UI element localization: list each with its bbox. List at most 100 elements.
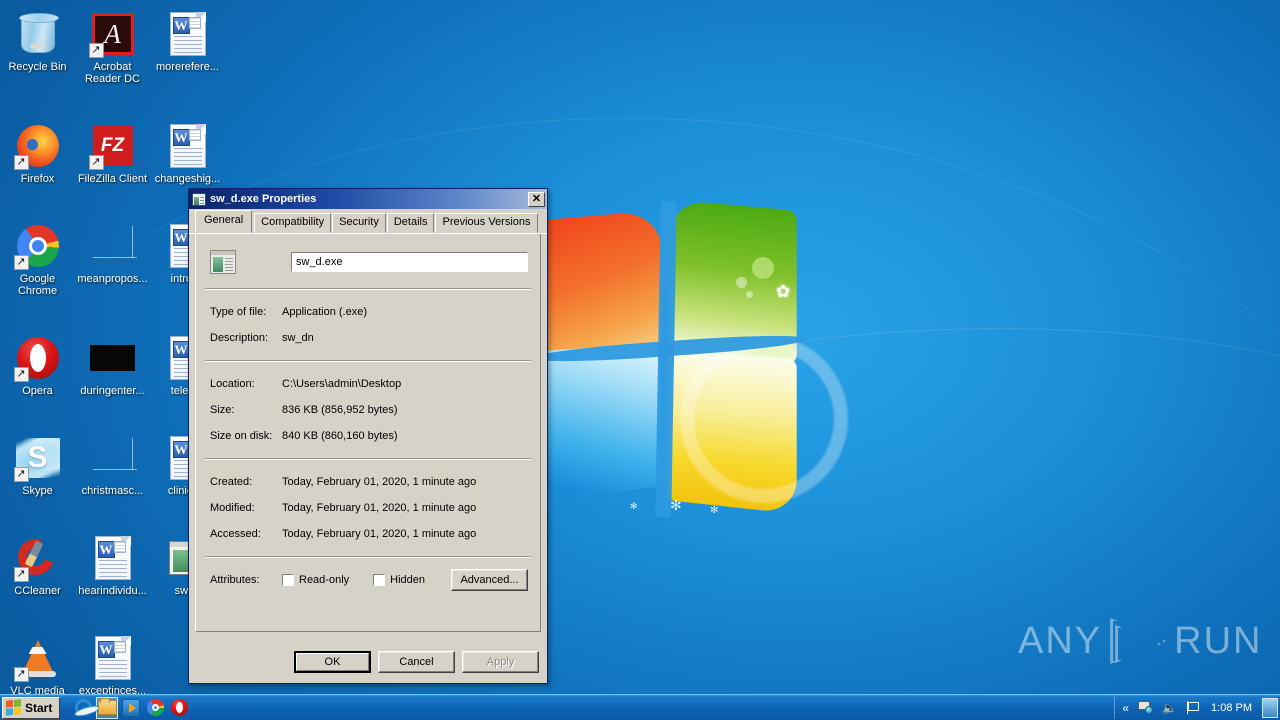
desktop-icon-hearindividu[interactable]: W hearindividu... [75,528,150,597]
file-type-block: Type of file: Application (.exe) Descrip… [196,290,540,360]
field-row: Size: 836 KB (856,952 bytes) [196,397,540,423]
accessed-label: Accessed: [210,528,261,540]
desktop-icon-duringenter[interactable]: duringenter... [75,328,150,397]
desktop-icon-label: duringenter... [80,385,145,397]
taskbar: Start « 🔈 1:08 PM [0,694,1280,720]
close-icon[interactable]: ✕ [528,191,545,207]
skype-icon: S ↗ [13,434,62,482]
desktop-icon-ccleaner[interactable]: ↗ CCleaner [0,528,75,597]
desktop-icon-changeshig[interactable]: W changeshig... [150,116,225,185]
created-label: Created: [210,476,253,488]
acrobat-reader-icon: ↗ [88,10,137,58]
shortcut-arrow-icon: ↗ [13,667,29,682]
size-on-disk-label: Size on disk: [210,430,273,442]
shortcut-arrow-icon: ↗ [88,43,104,58]
desktop-icon-morerefere[interactable]: W morerefere... [150,4,225,85]
description-value: sw_dn [282,332,314,344]
taskbar-internet-explorer-icon[interactable] [72,697,94,719]
readonly-checkbox[interactable] [282,574,294,586]
filename-input[interactable] [291,252,528,272]
ok-button[interactable]: OK [294,651,371,673]
taskbar-opera-icon[interactable] [168,697,190,719]
desktop-icon-label: meanpropos... [77,273,148,285]
hidden-checkbox[interactable] [373,574,386,586]
desktop-icon-label: christmasc... [81,485,144,497]
file-properties-dialog[interactable]: sw_d.exe Properties ✕ General Compatibil… [188,188,548,684]
field-row: Type of file: Application (.exe) [196,299,540,325]
attributes-label: Attributes: [210,574,260,586]
desktop-icon-label: CCleaner [14,585,61,597]
desktop-icon-label: FileZilla Client [77,173,148,185]
field-row: Created: Today, February 01, 2020, 1 min… [196,469,540,495]
bokeh-dot [752,257,774,279]
tab-security[interactable]: Security [332,213,386,233]
logo-pane-red [541,209,663,363]
field-row: Size on disk: 840 KB (860,160 bytes) [196,423,540,449]
filezilla-icon: ↗ [88,122,137,170]
attributes-row: Attributes: Read-only Hidden Advanced... [196,558,540,592]
size-on-disk-value: 840 KB (860,160 bytes) [282,430,398,442]
desktop-icon-meanpropos[interactable]: meanpropos... [75,216,150,297]
volume-icon[interactable]: 🔈 [1162,702,1177,714]
desktop[interactable]: ✿ ✻ ✻ ✻ ANY RUN Recycle Bin ↗ Acrobat Re… [0,0,1280,720]
desktop-icon-skype[interactable]: S ↗ Skype [0,428,75,497]
ccleaner-icon: ↗ [11,532,62,582]
tab-details[interactable]: Details [386,213,435,233]
desktop-icon-acrobat-reader[interactable]: ↗ Acrobat Reader DC [75,4,150,85]
dialog-tab-strip: General Compatibility Security Details P… [189,209,547,234]
windows-logo-wallpaper: ✿ ✻ ✻ ✻ [531,199,848,555]
black-thumbnail-icon [89,334,137,382]
windows-flag-icon [6,699,21,716]
sparkle-icon: ✻ [670,497,682,513]
dialog-button-bar: OK Cancel Apply [189,641,547,683]
field-row: Modified: Today, February 01, 2020, 1 mi… [196,495,540,521]
advanced-button[interactable]: Advanced... [451,569,528,591]
clock[interactable]: 1:08 PM [1208,702,1255,714]
cancel-button[interactable]: Cancel [378,651,455,673]
firefox-icon: ↗ [13,122,62,170]
desktop-icon-label: hearindividu... [78,585,147,597]
modified-value: Today, February 01, 2020, 1 minute ago [282,502,477,514]
logo-pane-blue [539,343,661,500]
start-button-label: Start [25,700,53,715]
taskbar-windows-explorer-icon[interactable] [96,696,119,719]
tab-previous-versions[interactable]: Previous Versions [435,213,538,233]
readonly-checkbox-wrap[interactable]: Read-only [282,574,349,586]
desktop-icon-filezilla[interactable]: ↗ FileZilla Client [75,116,150,185]
network-icon[interactable] [1138,701,1154,714]
desktop-icon-recycle-bin[interactable]: Recycle Bin [0,4,75,85]
flag-icon[interactable] [1186,701,1200,714]
word-document-icon: W [89,534,137,582]
taskbar-google-chrome-icon[interactable] [144,697,166,719]
desktop-icon-label: morerefere... [156,61,219,73]
show-desktop-icon[interactable] [1262,697,1278,718]
location-size-block: Location: C:\Users\admin\Desktop Size: 8… [196,362,540,458]
show-hidden-icons-icon[interactable]: « [1122,702,1129,714]
blank-file-icon [89,222,137,270]
tab-general[interactable]: General [195,210,253,233]
google-chrome-icon: ↗ [13,222,62,270]
tab-compatibility[interactable]: Compatibility [254,213,332,233]
logo-glow-circle [680,335,848,503]
quick-launch-bar [72,696,190,719]
desktop-icon-firefox[interactable]: ↗ Firefox [0,116,75,185]
created-value: Today, February 01, 2020, 1 minute ago [282,476,477,488]
filename-row [196,234,540,288]
word-document-icon: W [164,122,212,170]
application-window-icon [192,192,206,206]
taskbar-windows-media-player-icon[interactable] [120,697,142,719]
size-label: Size: [210,404,235,416]
tray-icons: « 🔈 1:08 PM [1114,696,1262,719]
desktop-icon-opera[interactable]: ↗ Opera [0,328,75,397]
desktop-icon-google-chrome[interactable]: ↗ Google Chrome [0,216,75,297]
bokeh-dot [736,277,747,288]
start-button[interactable]: Start [2,696,61,719]
hidden-checkbox-wrap[interactable]: Hidden [373,574,425,586]
sparkle-icon: ✻ [710,505,719,516]
dialog-title-bar[interactable]: sw_d.exe Properties ✕ [189,189,547,209]
shortcut-arrow-icon: ↗ [13,467,29,482]
shortcut-arrow-icon: ↗ [13,567,29,582]
desktop-icon-christmasc[interactable]: christmasc... [75,428,150,497]
anyrun-text-left: ANY [1018,619,1103,662]
hidden-label: Hidden [390,574,425,586]
